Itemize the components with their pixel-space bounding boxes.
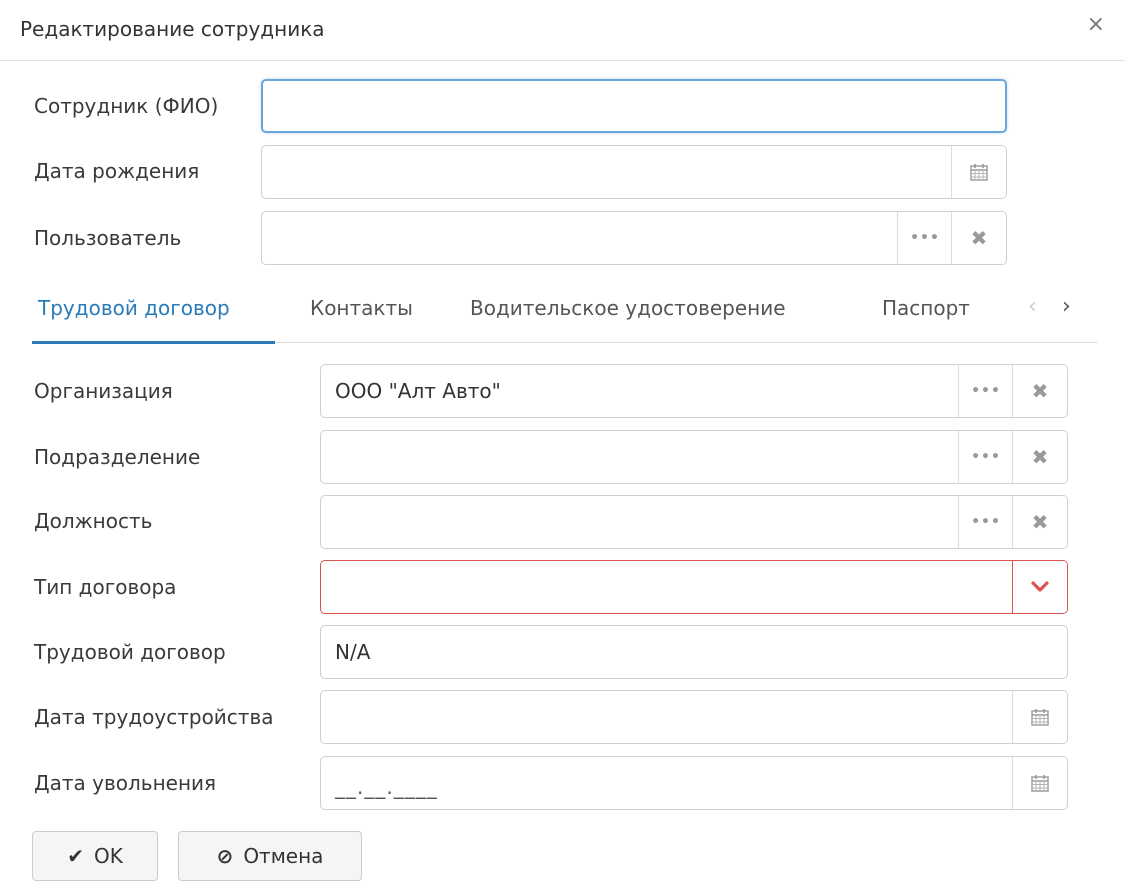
department-input[interactable]: ••• ✖ [320,430,1068,484]
calendar-icon [970,164,988,181]
checkmark-icon: ✔ [67,844,84,868]
edit-employee-dialog: Редактирование сотрудника × Сотрудник (Ф… [0,0,1125,882]
ellipsis-icon: ••• [971,514,1001,530]
chevron-down-icon [1031,581,1049,592]
ok-button-label: OK [93,844,123,868]
hire-date-label: Дата трудоустройства [34,705,274,729]
department-lookup-button[interactable]: ••• [958,431,1013,483]
cancel-button-label: Отмена [243,844,324,868]
user-clear-button[interactable]: ✖ [951,212,1006,264]
organization-clear-button[interactable]: ✖ [1012,365,1067,417]
position-input[interactable]: ••• ✖ [320,495,1068,549]
position-label: Должность [34,509,153,533]
tab-labor-contract[interactable]: Трудовой договор [38,296,230,320]
user-input[interactable]: ••• ✖ [261,211,1007,265]
tabs-prev-icon[interactable]: ‹ [1028,296,1037,318]
birth-date-calendar-button[interactable] [951,146,1006,198]
ellipsis-icon: ••• [910,230,940,246]
clear-icon: ✖ [1031,510,1049,534]
ellipsis-icon: ••• [971,383,1001,399]
hire-date-input[interactable] [320,690,1068,744]
tab-bar: Трудовой договор Контакты Водительское у… [32,284,1098,344]
tab-contacts[interactable]: Контакты [310,296,413,320]
dialog-header: Редактирование сотрудника × [0,0,1125,61]
user-label: Пользователь [34,226,182,250]
close-icon[interactable]: × [1087,14,1105,36]
department-clear-button[interactable]: ✖ [1012,431,1067,483]
position-lookup-button[interactable]: ••• [958,496,1013,548]
active-tab-indicator [32,341,275,344]
contract-type-dropdown-button[interactable] [1012,561,1067,613]
dismissal-date-calendar-button[interactable] [1012,757,1067,809]
clear-icon: ✖ [970,226,988,250]
ellipsis-icon: ••• [971,449,1001,465]
contract-type-label: Тип договора [34,575,177,599]
clear-icon: ✖ [1031,445,1049,469]
tab-passport[interactable]: Паспорт [882,296,970,320]
user-lookup-button[interactable]: ••• [897,212,952,264]
birth-date-input[interactable] [261,145,1007,199]
labor-contract-label: Трудовой договор [34,640,226,664]
labor-contract-value: N/A [335,640,371,664]
tab-drivers-license[interactable]: Водительское удостоверение [470,296,786,320]
dismissal-date-mask: __.__.____ [335,775,438,799]
cancel-icon: ⊘ [216,844,234,868]
organization-value: ООО "Алт Авто" [335,379,501,403]
dismissal-date-label: Дата увольнения [34,771,217,795]
organization-lookup-button[interactable]: ••• [958,365,1013,417]
tabs-next-icon[interactable]: › [1062,296,1071,318]
contract-type-select[interactable] [320,560,1068,614]
cancel-button[interactable]: ⊘ Отмена [178,831,362,881]
clear-icon: ✖ [1031,379,1049,403]
hire-date-calendar-button[interactable] [1012,691,1067,743]
position-clear-button[interactable]: ✖ [1012,496,1067,548]
ok-button[interactable]: ✔ OK [32,831,158,881]
labor-contract-input[interactable]: N/A [320,625,1068,679]
fio-label: Сотрудник (ФИО) [34,94,219,118]
birth-date-label: Дата рождения [34,159,200,183]
dialog-title: Редактирование сотрудника [20,17,325,41]
organization-input[interactable]: ООО "Алт Авто" ••• ✖ [320,364,1068,418]
calendar-icon [1031,775,1049,792]
organization-label: Организация [34,379,173,403]
calendar-icon [1031,709,1049,726]
department-label: Подразделение [34,445,201,469]
fio-input[interactable] [261,79,1007,133]
dismissal-date-input[interactable]: __.__.____ [320,756,1068,810]
